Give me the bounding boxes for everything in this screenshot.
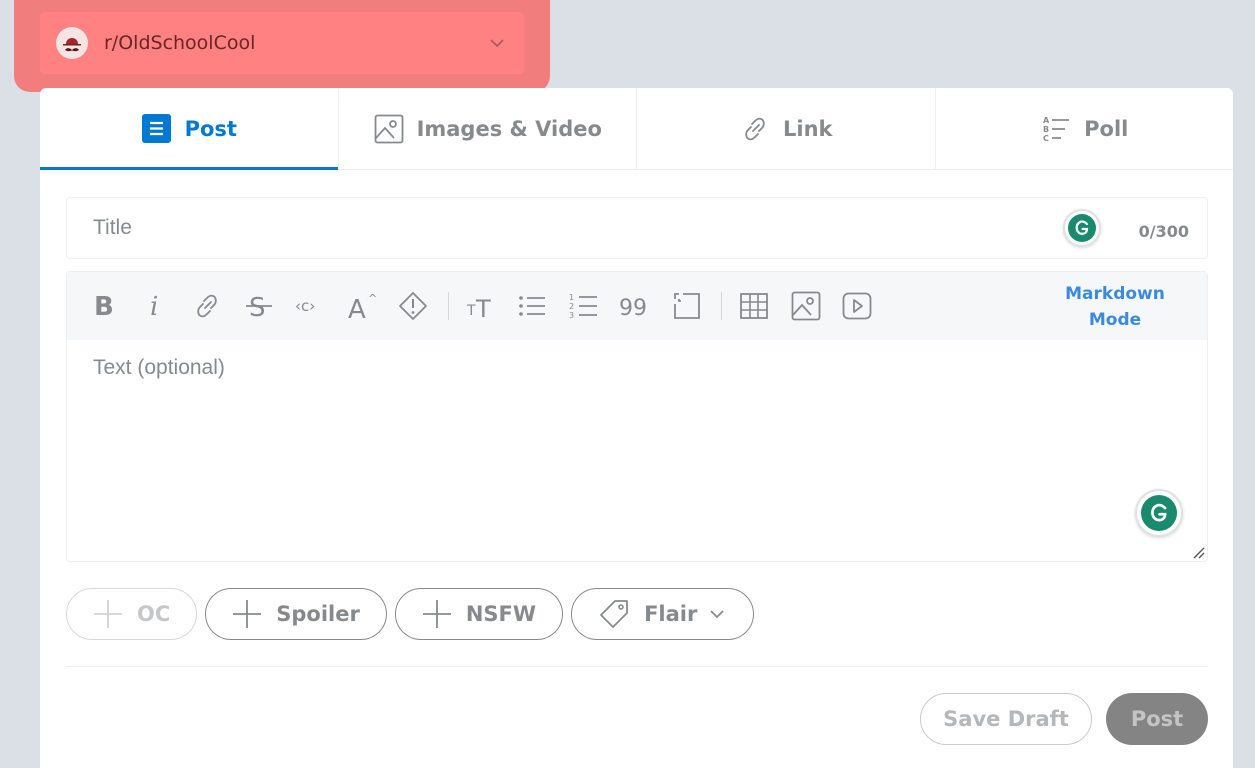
spoiler-icon[interactable] [394, 287, 432, 325]
editor-toolbar: B i S ‹c› A ^ TT 123 99 Markdown Mode [67, 272, 1207, 340]
plus-icon [94, 600, 122, 628]
table-icon[interactable] [735, 287, 773, 325]
tag-icon [600, 600, 628, 628]
svg-text:B: B [94, 292, 114, 322]
community-selector[interactable]: r/OldSchoolCool [40, 12, 524, 74]
bulleted-list-icon[interactable] [513, 287, 551, 325]
community-selector-highlight: r/OldSchoolCool [14, 0, 550, 92]
svg-text:A: A [348, 295, 366, 322]
toolbar-divider [447, 292, 449, 320]
heading-icon[interactable]: TT [462, 287, 500, 325]
link-icon[interactable] [188, 287, 226, 325]
nsfw-label: NSFW [465, 602, 537, 626]
title-field: 0/300 [66, 197, 1208, 259]
tab-post[interactable]: Post [40, 88, 339, 170]
plus-icon [233, 600, 262, 628]
flair-button[interactable]: Flair [571, 588, 755, 640]
post-actions: Save Draft Post [920, 693, 1208, 745]
rich-text-editor: B i S ‹c› A ^ TT 123 99 Markdown Mode [66, 271, 1208, 562]
post-tags: OC Spoiler NSFW Flair [66, 588, 755, 640]
save-draft-button[interactable]: Save Draft [920, 693, 1092, 745]
tab-label: Images & Video [416, 116, 602, 141]
grammarly-icon[interactable] [1135, 489, 1183, 537]
code-block-icon[interactable] [668, 287, 706, 325]
svg-text:i: i [150, 292, 158, 322]
svg-text:T: T [466, 303, 476, 319]
tab-label: Link [783, 116, 833, 141]
flair-label: Flair [644, 602, 698, 626]
tab-label: Poll [1084, 116, 1129, 141]
inline-code-icon[interactable]: ‹c› [291, 287, 329, 325]
tab-poll[interactable]: ABC Poll [936, 88, 1234, 169]
grammarly-icon[interactable] [1062, 209, 1101, 247]
link-icon [739, 113, 771, 145]
tab-link[interactable]: Link [637, 88, 936, 169]
bold-icon[interactable]: B [85, 287, 123, 325]
body-textarea[interactable] [67, 340, 1207, 561]
body-field [67, 340, 1207, 561]
svg-text:99: 99 [619, 296, 647, 321]
svg-text:C: C [1043, 134, 1049, 143]
title-input[interactable] [93, 216, 1063, 240]
resize-handle-icon[interactable] [1191, 545, 1205, 559]
spoiler-button[interactable]: Spoiler [205, 588, 387, 640]
mustache-hat-icon [56, 27, 88, 59]
svg-text:3: 3 [569, 311, 574, 320]
svg-text:T: T [475, 295, 491, 322]
svg-text:2: 2 [569, 302, 574, 311]
tab-label: Post [184, 116, 237, 141]
chevron-down-icon [710, 610, 724, 619]
oc-label: OC [137, 602, 171, 626]
video-icon[interactable] [838, 287, 876, 325]
plus-icon [422, 600, 451, 628]
create-post-card: Post Images & Video Link ABC Poll 0/300 [40, 88, 1233, 768]
svg-text:B: B [1043, 125, 1049, 134]
community-name: r/OldSchoolCool [104, 32, 256, 54]
post-type-tabs: Post Images & Video Link ABC Poll [40, 88, 1233, 170]
italic-icon[interactable]: i [137, 287, 175, 325]
image-icon [373, 113, 405, 145]
chevron-down-icon [490, 39, 504, 48]
section-divider [66, 666, 1208, 667]
svg-text:A: A [1043, 116, 1050, 125]
nsfw-button[interactable]: NSFW [394, 588, 564, 640]
tab-images-video[interactable]: Images & Video [339, 88, 637, 169]
svg-text:‹c›: ‹c› [295, 297, 315, 315]
spoiler-label: Spoiler [276, 602, 360, 626]
title-char-counter: 0/300 [1138, 221, 1189, 241]
oc-button[interactable]: OC [66, 588, 198, 640]
svg-text:S: S [249, 293, 266, 322]
svg-text:1: 1 [569, 293, 574, 302]
toolbar-divider [721, 292, 722, 320]
markdown-mode-button[interactable]: Markdown Mode [1055, 281, 1175, 333]
poll-icon: ABC [1040, 113, 1072, 145]
post-icon [141, 113, 173, 145]
strikethrough-icon[interactable]: S [240, 287, 278, 325]
superscript-icon[interactable]: A ^ [343, 287, 381, 325]
post-button[interactable]: Post [1106, 693, 1208, 745]
image-icon[interactable] [787, 287, 825, 325]
quote-block-icon[interactable]: 99 [616, 287, 654, 325]
svg-text:^: ^ [368, 292, 377, 305]
numbered-list-icon[interactable]: 123 [565, 287, 603, 325]
